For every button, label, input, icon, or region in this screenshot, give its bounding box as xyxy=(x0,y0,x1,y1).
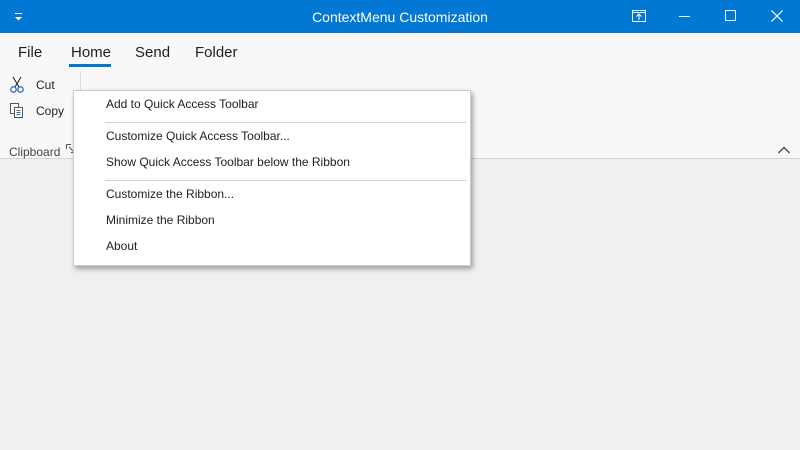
tab-send[interactable]: Send xyxy=(135,44,170,61)
ribbon-tab-bar: File Home Send Folder xyxy=(0,33,800,69)
active-tab-indicator xyxy=(69,64,111,67)
tab-home[interactable]: Home xyxy=(71,44,111,61)
menu-item-add-to-qat[interactable]: Add to Quick Access Toolbar xyxy=(106,97,259,111)
context-menu: Add to Quick Access Toolbar Customize Qu… xyxy=(73,90,471,266)
copy-icon xyxy=(10,103,23,118)
menu-item-customize-ribbon[interactable]: Customize the Ribbon... xyxy=(106,187,234,201)
cut-button[interactable]: Cut xyxy=(8,74,68,96)
maximize-button[interactable] xyxy=(708,0,754,33)
minimize-icon xyxy=(679,16,690,17)
menu-item-minimize-ribbon[interactable]: Minimize the Ribbon xyxy=(106,213,215,227)
restore-ribbon-button[interactable] xyxy=(616,0,662,33)
minimize-button[interactable] xyxy=(662,0,708,33)
menu-separator xyxy=(105,180,466,181)
title-bar: ContextMenu Customization xyxy=(0,0,800,33)
copy-label: Copy xyxy=(36,104,65,118)
menu-separator xyxy=(105,122,466,123)
clipboard-group-label: Clipboard xyxy=(9,145,61,159)
menu-item-about[interactable]: About xyxy=(106,239,137,253)
cut-label: Cut xyxy=(36,78,55,92)
tab-file[interactable]: File xyxy=(18,44,42,61)
menu-item-customize-qat[interactable]: Customize Quick Access Toolbar... xyxy=(106,129,290,143)
menu-item-show-qat-below[interactable]: Show Quick Access Toolbar below the Ribb… xyxy=(106,155,350,169)
cut-icon xyxy=(10,76,24,93)
maximize-icon xyxy=(725,10,736,21)
chevron-up-icon[interactable] xyxy=(777,145,791,155)
tab-folder[interactable]: Folder xyxy=(195,44,238,61)
close-icon xyxy=(771,10,783,22)
copy-button[interactable]: Copy xyxy=(8,100,68,122)
close-button[interactable] xyxy=(754,0,800,33)
restore-ribbon-icon xyxy=(632,10,646,22)
